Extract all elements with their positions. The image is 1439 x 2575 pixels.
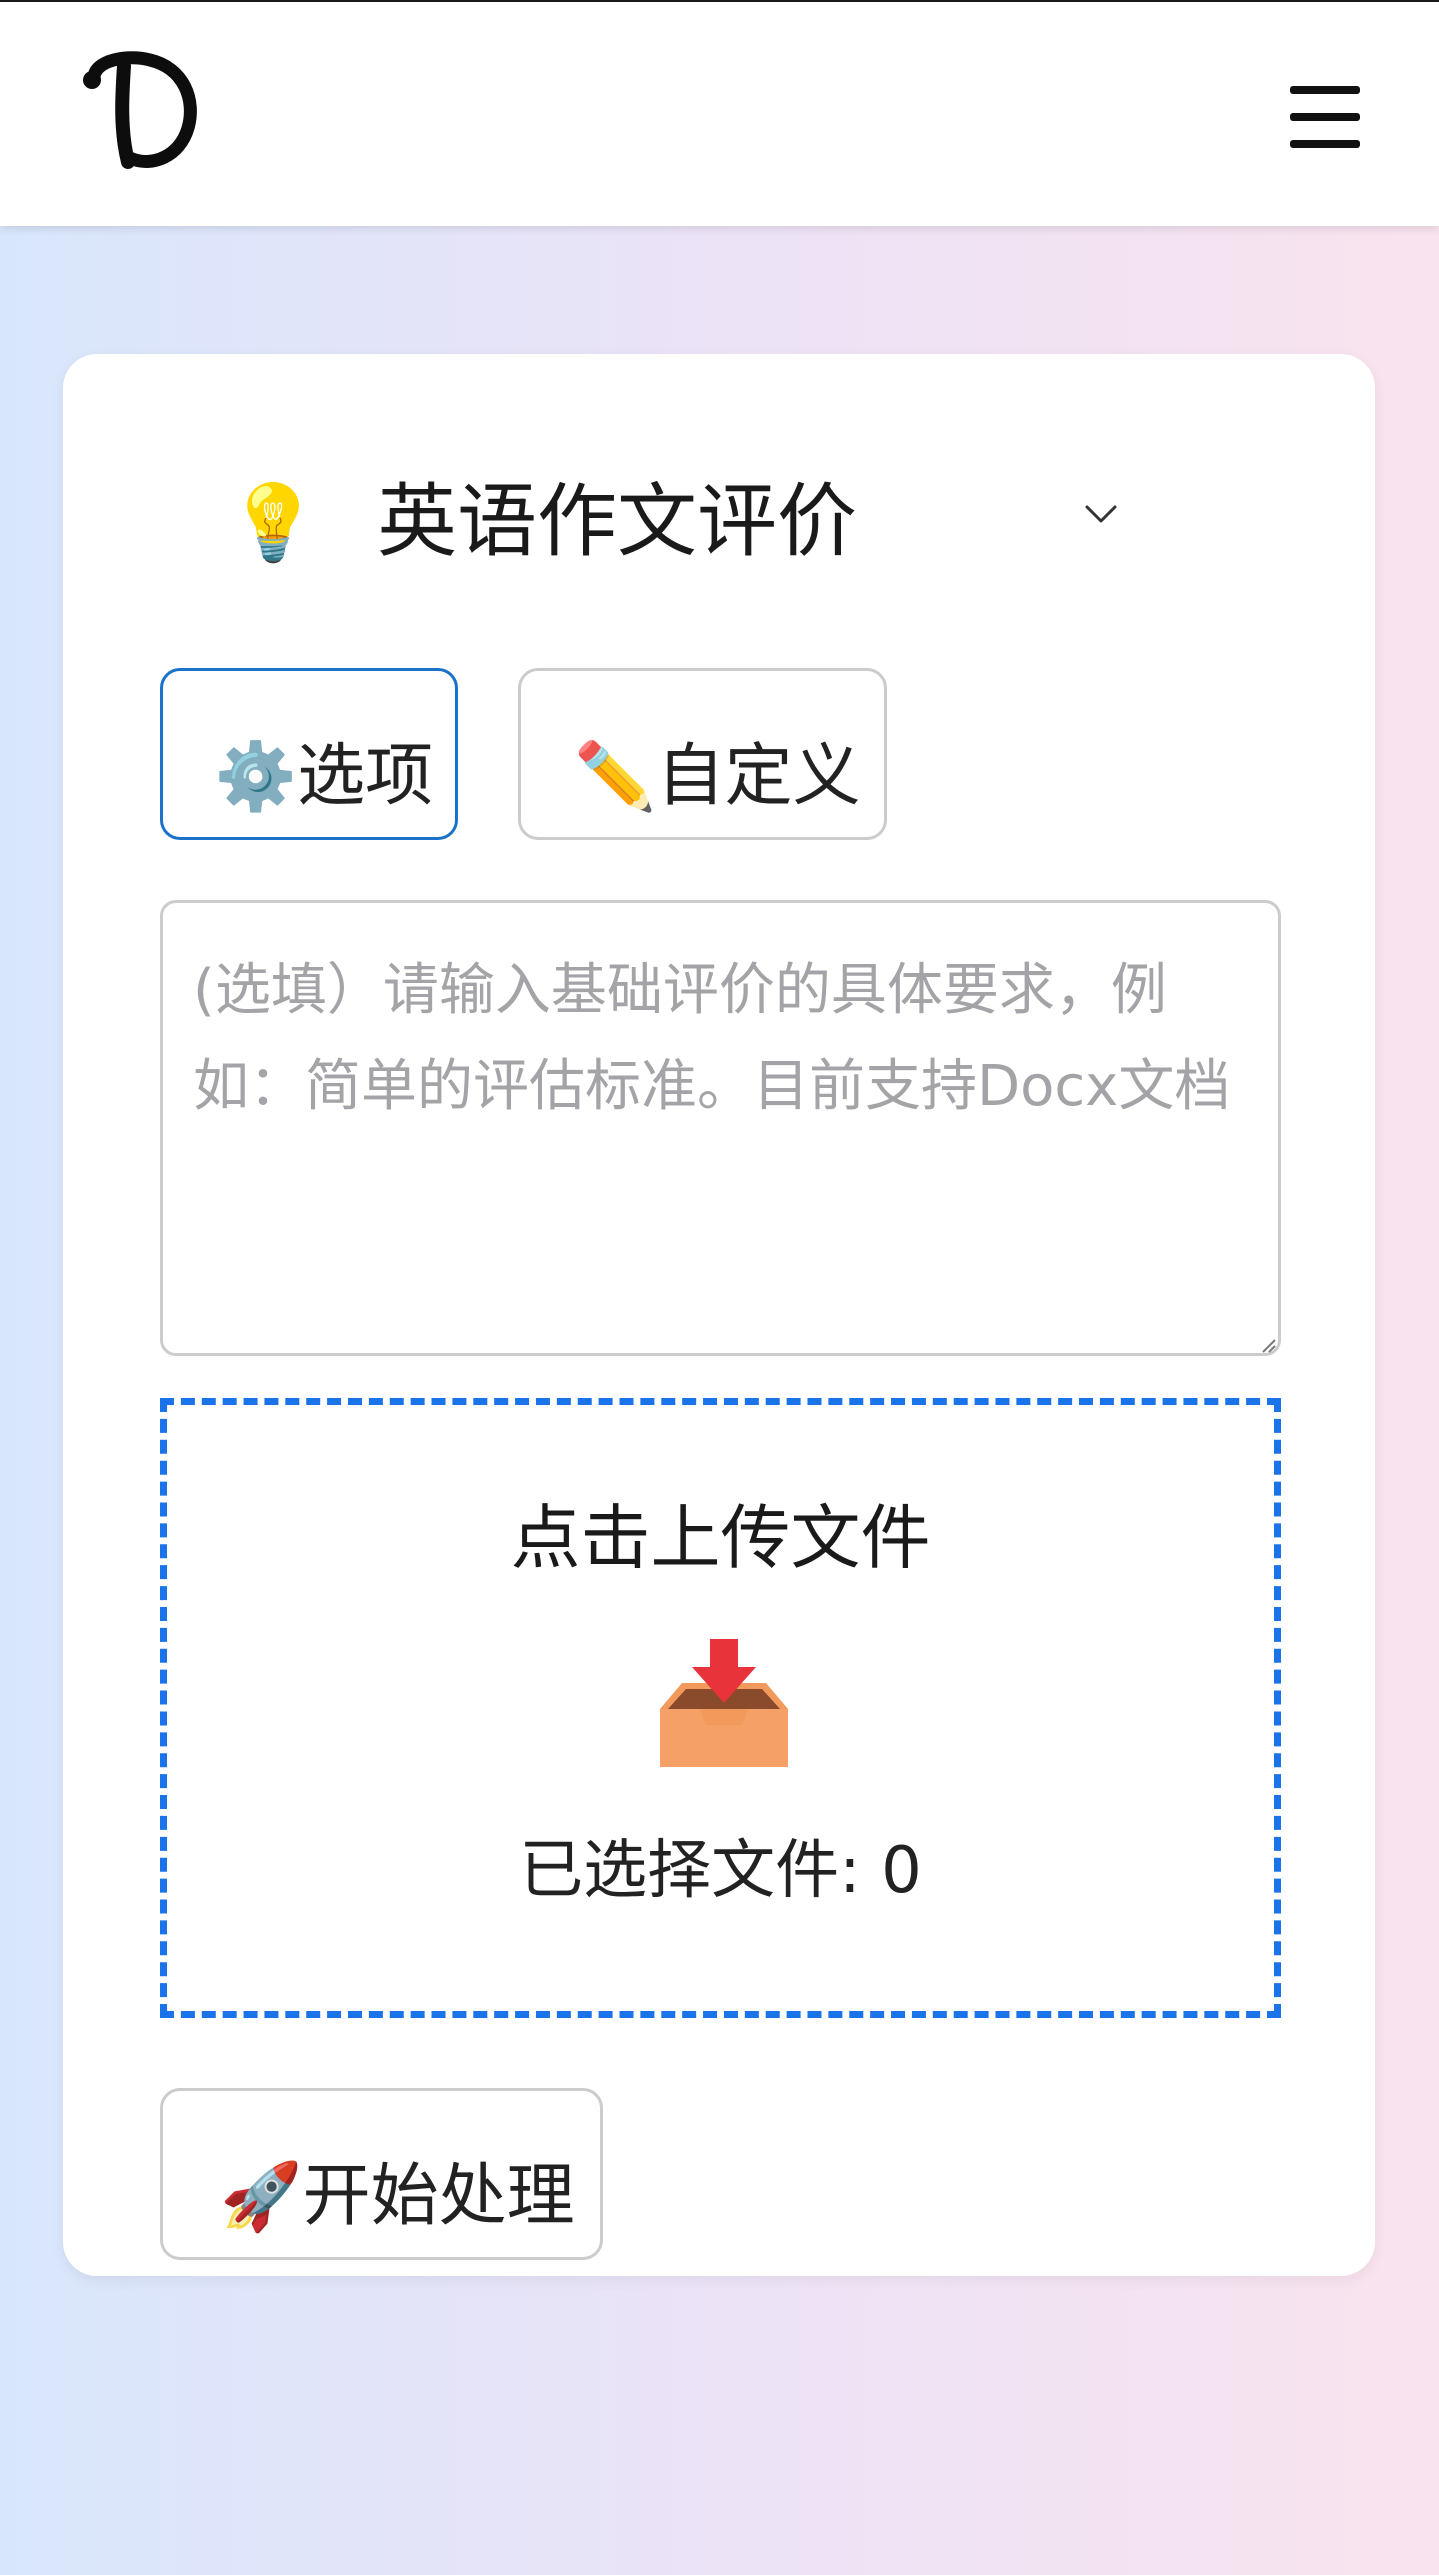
main-card: 💡 英语作文评价 ⚙️选项 ✏️自定义 点击上传文件 已选择文件: 0 🚀开始处… — [63, 354, 1375, 2276]
gear-icon: ⚙️ — [214, 739, 298, 813]
start-button-label: 开始处理 — [302, 2158, 575, 2234]
top-navbar — [0, 0, 1439, 226]
upload-title: 点击上传文件 — [510, 1497, 931, 1579]
pencil-icon: ✏️ — [574, 739, 657, 813]
lightbulb-icon: 💡 — [227, 480, 320, 566]
menu-bar-top — [1290, 86, 1360, 94]
file-upload-dropzone[interactable]: 点击上传文件 已选择文件: 0 — [160, 1398, 1281, 2018]
inbox-tray-icon — [660, 1639, 788, 1767]
resize-handle-icon[interactable] — [1259, 1336, 1277, 1354]
custom-button[interactable]: ✏️自定义 — [518, 668, 887, 840]
chevron-down-icon — [1085, 505, 1117, 523]
options-button-label: 选项 — [297, 738, 434, 814]
logo-d-icon[interactable] — [80, 44, 210, 174]
requirements-input[interactable] — [160, 900, 1281, 1356]
rocket-icon: 🚀 — [220, 2159, 303, 2233]
mode-select-value: 英语作文评价 — [377, 475, 857, 568]
hamburger-menu-button[interactable] — [1278, 82, 1360, 152]
options-button[interactable]: ⚙️选项 — [160, 668, 458, 840]
custom-button-label: 自定义 — [656, 738, 861, 814]
selected-files-count: 已选择文件: 0 — [519, 1834, 922, 1908]
menu-bar-bottom — [1290, 140, 1360, 148]
menu-bar-middle — [1290, 113, 1360, 121]
start-processing-button[interactable]: 🚀开始处理 — [160, 2088, 603, 2260]
mode-select[interactable]: 💡 英语作文评价 — [163, 464, 1143, 574]
